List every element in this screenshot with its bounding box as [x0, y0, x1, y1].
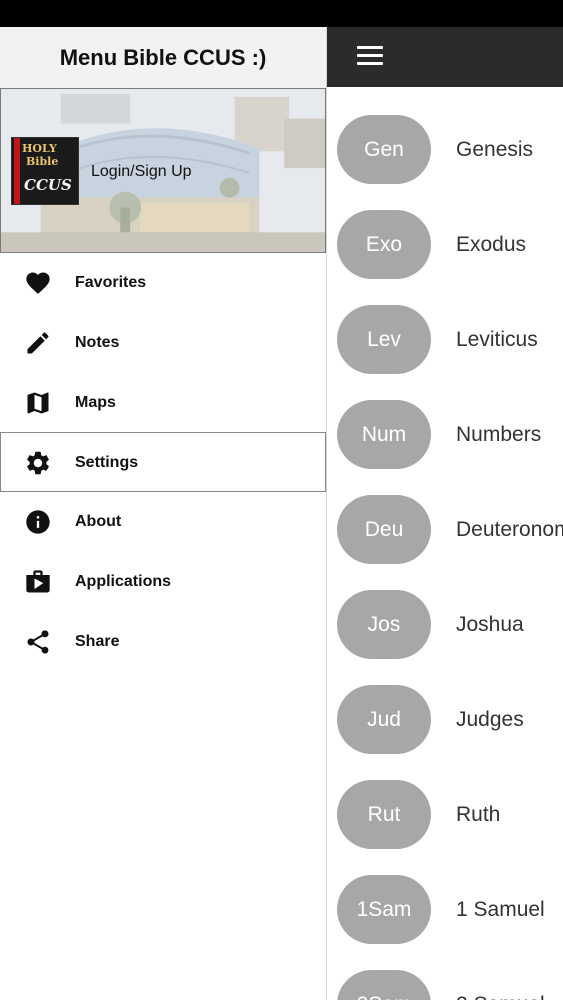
menu-label: Maps: [75, 394, 116, 411]
book-row[interactable]: Deu Deuteronomy: [327, 467, 563, 564]
book-row[interactable]: Exo Exodus: [327, 182, 563, 279]
menu-label: Favorites: [75, 274, 147, 291]
book-row[interactable]: Gen Genesis: [327, 87, 563, 184]
book-abbreviation-pill[interactable]: Rut: [337, 780, 431, 849]
menu-label: Notes: [75, 334, 120, 351]
menu-hamburger-icon[interactable]: [357, 46, 383, 66]
book-abbreviation-pill[interactable]: Jud: [337, 685, 431, 754]
drawer-menu: Favorites Notes Maps Settings About Appl…: [0, 253, 326, 672]
logo-text-bible: Bible: [26, 155, 59, 168]
login-signup-link[interactable]: Login/Sign Up: [91, 163, 192, 181]
shop-icon: [26, 570, 50, 593]
book-name[interactable]: Deuteronomy: [456, 495, 563, 564]
book-name[interactable]: Genesis: [456, 115, 533, 184]
book-row[interactable]: Jud Judges: [327, 657, 563, 754]
gear-icon: [27, 451, 49, 475]
app-logo: HOLY Bible CCUS: [11, 137, 79, 205]
book-abbreviation-pill[interactable]: 2Sam: [337, 970, 431, 1000]
book-abbreviation-pill[interactable]: Jos: [337, 590, 431, 659]
menu-item-maps[interactable]: Maps: [0, 373, 326, 433]
map-icon: [27, 392, 49, 414]
menu-item-about[interactable]: About: [0, 492, 326, 552]
book-name[interactable]: Joshua: [456, 590, 524, 659]
menu-item-favorites[interactable]: Favorites: [0, 253, 326, 313]
book-abbreviation-pill[interactable]: Deu: [337, 495, 431, 564]
book-name[interactable]: Judges: [456, 685, 524, 754]
book-row[interactable]: Jos Joshua: [327, 562, 563, 659]
heart-icon: [26, 272, 50, 294]
book-list-screen: Gen Genesis Exo Exodus Lev Leviticus Num Num…: [327, 27, 563, 1000]
menu-item-applications[interactable]: Applications: [0, 552, 326, 612]
profile-banner[interactable]: HOLY Bible CCUS Login/Sign Up: [0, 88, 326, 253]
share-icon: [27, 630, 49, 654]
book-name[interactable]: 1 Samuel: [456, 875, 545, 944]
book-name[interactable]: Exodus: [456, 210, 526, 279]
drawer-title: Menu Bible CCUS :): [0, 27, 326, 88]
logo-text-ccus: CCUS: [24, 176, 72, 194]
book-row[interactable]: 2Sam 2 Samuel: [327, 942, 563, 1000]
book-abbreviation-pill[interactable]: Exo: [337, 210, 431, 279]
book-row[interactable]: 1Sam 1 Samuel: [327, 847, 563, 944]
menu-label: About: [75, 513, 122, 530]
book-name[interactable]: Ruth: [456, 780, 500, 849]
info-icon: [26, 510, 50, 534]
status-bar: [0, 0, 563, 27]
pencil-icon: [27, 332, 49, 354]
book-row[interactable]: Rut Ruth: [327, 752, 563, 849]
book-name[interactable]: 2 Samuel: [456, 970, 545, 1000]
book-name[interactable]: Numbers: [456, 400, 541, 469]
book-row[interactable]: Lev Leviticus: [327, 277, 563, 374]
menu-item-notes[interactable]: Notes: [0, 313, 326, 373]
top-bar: [327, 27, 563, 87]
book-abbreviation-pill[interactable]: Lev: [337, 305, 431, 374]
book-list: Gen Genesis Exo Exodus Lev Leviticus Num Num…: [327, 87, 563, 1000]
book-row[interactable]: Num Numbers: [327, 372, 563, 469]
book-abbreviation-pill[interactable]: Gen: [337, 115, 431, 184]
logo-text-holy: HOLY: [22, 142, 57, 155]
menu-label: Applications: [75, 573, 172, 590]
book-name[interactable]: Leviticus: [456, 305, 538, 374]
navigation-drawer: Menu Bible CCUS :) HOLY Bible CCUS Login…: [0, 27, 327, 1000]
book-abbreviation-pill[interactable]: Num: [337, 400, 431, 469]
menu-label: Settings: [75, 454, 139, 471]
menu-label: Share: [75, 633, 120, 650]
book-abbreviation-pill[interactable]: 1Sam: [337, 875, 431, 944]
menu-item-share[interactable]: Share: [0, 612, 326, 672]
menu-item-settings[interactable]: Settings: [0, 432, 326, 492]
